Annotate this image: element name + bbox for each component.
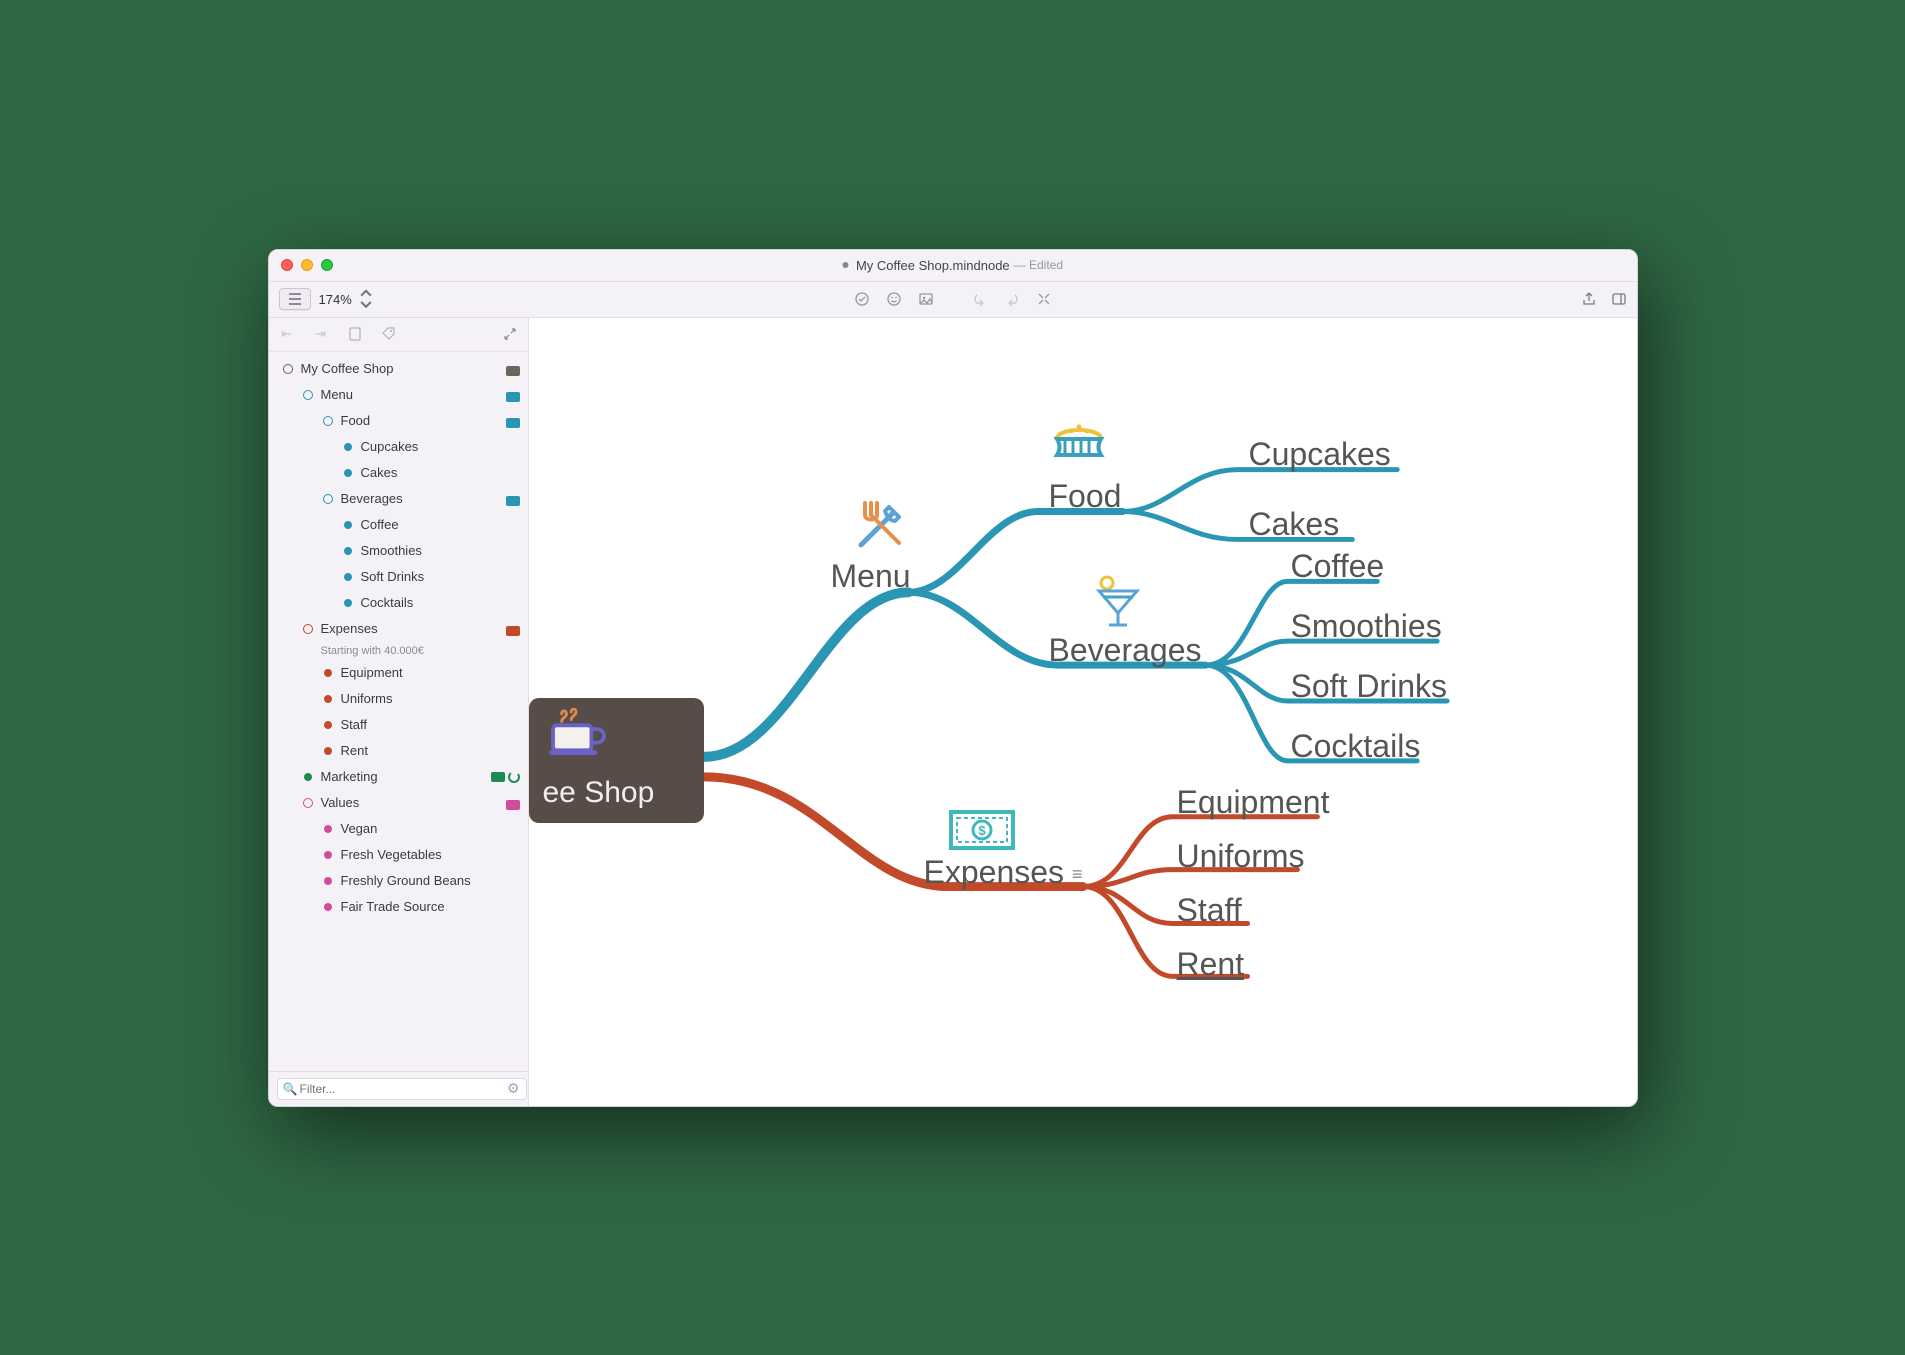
undo-icon[interactable] <box>972 291 988 307</box>
outline-food[interactable]: Food <box>269 408 528 434</box>
expand-icon[interactable] <box>502 326 518 342</box>
zoom-value: 174% <box>319 292 352 307</box>
node-food[interactable]: Food <box>1049 478 1122 515</box>
outline-expenses-note: Starting with 40.000€ <box>269 642 528 660</box>
outline-badge-icon <box>506 390 520 400</box>
outline-cocktails[interactable]: Cocktails <box>269 590 528 616</box>
outline-equipment[interactable]: Equipment <box>269 660 528 686</box>
tag-icon[interactable] <box>381 326 397 342</box>
outline-root-label: My Coffee Shop <box>301 361 394 376</box>
node-root-label: ee Shop <box>543 776 690 810</box>
check-tool-icon[interactable] <box>854 291 870 307</box>
outline-vegan[interactable]: Vegan <box>269 816 528 842</box>
node-menu[interactable]: Menu <box>831 558 911 595</box>
cocktail-icon <box>1089 573 1147 636</box>
toolbar: 174% <box>269 282 1637 318</box>
share-icon[interactable] <box>1581 291 1597 307</box>
outdent-icon[interactable]: ⇤ <box>279 326 295 342</box>
focus-icon[interactable] <box>1036 291 1052 307</box>
outline-values[interactable]: Values <box>269 790 528 816</box>
node-beverages[interactable]: Beverages <box>1049 632 1202 669</box>
outline-view-button[interactable] <box>279 288 311 310</box>
zoom-icon[interactable] <box>321 259 333 271</box>
close-icon[interactable] <box>281 259 293 271</box>
note-icon[interactable] <box>347 326 363 342</box>
outline-cakes[interactable]: Cakes <box>269 460 528 486</box>
outline-uniforms[interactable]: Uniforms <box>269 686 528 712</box>
inspector-icon[interactable] <box>1611 291 1627 307</box>
outline-badge-icon <box>506 494 520 504</box>
list-icon <box>287 291 303 307</box>
node-cocktails[interactable]: Cocktails <box>1291 728 1421 765</box>
titlebar: My Coffee Shop.mindnode — Edited <box>269 250 1637 282</box>
outline-beans[interactable]: Freshly Ground Beans <box>269 868 528 894</box>
outline-freshveg[interactable]: Fresh Vegetables <box>269 842 528 868</box>
fork-knife-icon <box>849 493 913 562</box>
outline-coffee[interactable]: Coffee <box>269 512 528 538</box>
notes-icon: ≡ <box>1072 864 1083 884</box>
window-status: — Edited <box>1014 258 1063 272</box>
outline-menu[interactable]: Menu <box>269 382 528 408</box>
mindmap-canvas[interactable]: ee Shop Menu Food Cupcake <box>529 318 1637 1106</box>
outline-badge-icon <box>506 416 520 426</box>
node-rent[interactable]: Rent <box>1177 946 1245 983</box>
outline-beverages[interactable]: Beverages <box>269 486 528 512</box>
app-window: My Coffee Shop.mindnode — Edited 174% <box>268 249 1638 1107</box>
outline-root[interactable]: My Coffee Shop <box>269 356 528 382</box>
node-cakes[interactable]: Cakes <box>1249 506 1340 543</box>
outline-rent[interactable]: Rent <box>269 738 528 764</box>
svg-text:$: $ <box>978 823 986 838</box>
outline-badge-icon <box>491 772 520 782</box>
outline-marketing[interactable]: Marketing <box>269 764 528 790</box>
node-softdrinks[interactable]: Soft Drinks <box>1291 668 1447 705</box>
image-tool-icon[interactable] <box>918 291 934 307</box>
filter-bar: 🔍 ⚙ <box>269 1071 528 1106</box>
outline-badge-icon <box>506 624 520 634</box>
outline-smoothies[interactable]: Smoothies <box>269 538 528 564</box>
node-root[interactable]: ee Shop <box>529 698 704 823</box>
pie-icon <box>1049 413 1109 472</box>
outline-cupcakes[interactable]: Cupcakes <box>269 434 528 460</box>
stepper-icon <box>358 291 374 307</box>
window-title: My Coffee Shop.mindnode <box>856 258 1010 273</box>
filter-input[interactable] <box>277 1078 527 1100</box>
coffee-cup-icon <box>547 708 609 763</box>
search-icon: 🔍 <box>283 1082 298 1096</box>
node-equipment[interactable]: Equipment <box>1177 784 1330 821</box>
sidebar: ⇤ ⇥ My Coffee Shop Menu <box>269 318 529 1106</box>
redo-icon[interactable] <box>1004 291 1020 307</box>
money-icon: $ <box>947 808 1017 857</box>
outline-staff[interactable]: Staff <box>269 712 528 738</box>
node-smoothies[interactable]: Smoothies <box>1291 608 1442 645</box>
outline-badge-icon <box>506 364 520 374</box>
sidebar-tools: ⇤ ⇥ <box>269 318 528 352</box>
gear-icon[interactable]: ⚙ <box>507 1080 520 1097</box>
node-cupcakes[interactable]: Cupcakes <box>1249 436 1391 473</box>
dirty-indicator-icon <box>842 262 848 268</box>
outline-tree[interactable]: My Coffee Shop Menu Food Cupcakes Cakes <box>269 352 528 1071</box>
traffic-lights <box>281 259 333 271</box>
minimize-icon[interactable] <box>301 259 313 271</box>
outline-softdrinks[interactable]: Soft Drinks <box>269 564 528 590</box>
node-uniforms[interactable]: Uniforms <box>1177 838 1305 875</box>
outline-fairtrade[interactable]: Fair Trade Source <box>269 894 528 920</box>
node-coffee[interactable]: Coffee <box>1291 548 1385 585</box>
outline-badge-icon <box>506 798 520 808</box>
indent-icon[interactable]: ⇥ <box>313 326 329 342</box>
smile-tool-icon[interactable] <box>886 291 902 307</box>
zoom-control[interactable]: 174% <box>319 291 374 307</box>
node-staff[interactable]: Staff <box>1177 892 1242 929</box>
outline-expenses[interactable]: Expenses <box>269 616 528 642</box>
node-expenses[interactable]: Expenses≡ <box>924 854 1083 891</box>
